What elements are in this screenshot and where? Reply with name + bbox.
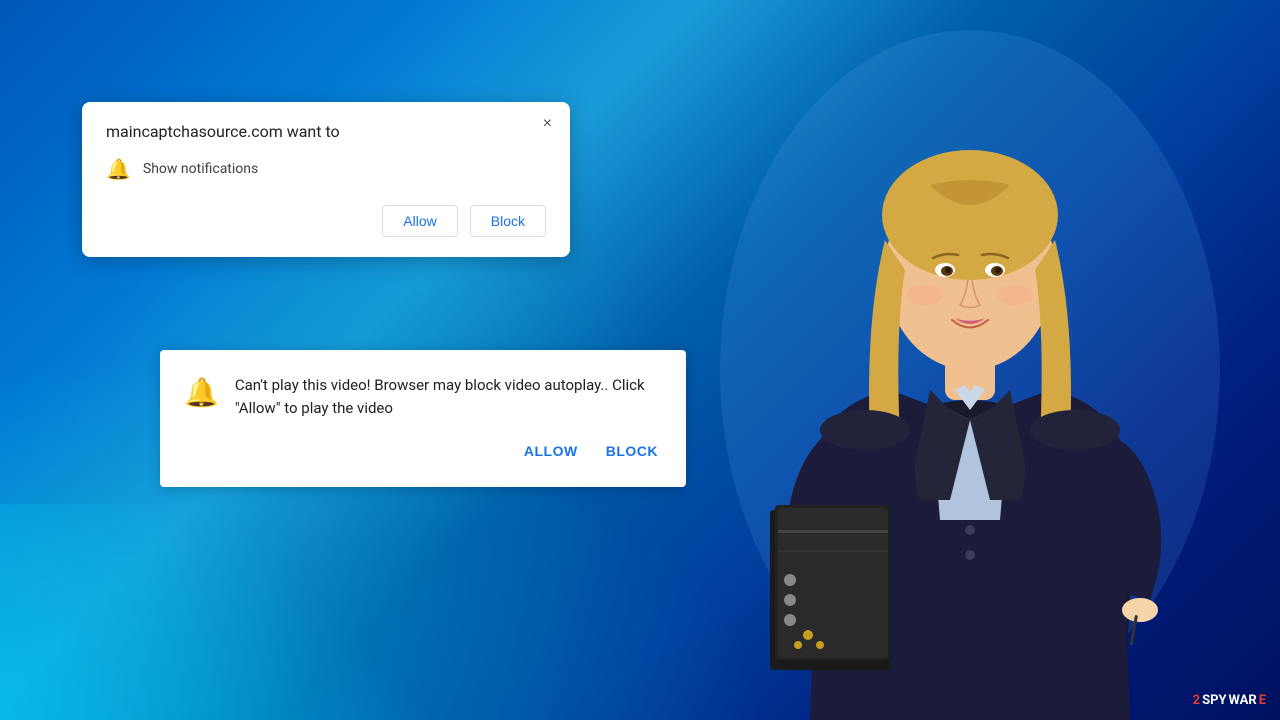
- watermark-end: E: [1259, 693, 1266, 708]
- notif-allow-button[interactable]: ALLOW: [524, 443, 578, 459]
- notif-block-button[interactable]: BLOCK: [606, 443, 658, 459]
- allow-button[interactable]: Allow: [382, 205, 457, 237]
- watermark-number: 2: [1193, 693, 1200, 708]
- block-button[interactable]: Block: [470, 205, 546, 237]
- notification-dialog: 🔔 Can't play this video! Browser may blo…: [160, 350, 686, 487]
- notification-button-row: ALLOW BLOCK: [184, 443, 658, 459]
- notification-label: Show notifications: [143, 161, 258, 177]
- bell-icon: 🔔: [106, 157, 131, 181]
- close-button[interactable]: ×: [539, 114, 556, 134]
- permission-dialog: × maincaptchasource.com want to 🔔 Show n…: [82, 102, 570, 257]
- watermark-war: WAR: [1229, 693, 1257, 708]
- button-row: Allow Block: [106, 205, 546, 237]
- dialog-title: maincaptchasource.com want to: [106, 122, 546, 141]
- notification-row: 🔔 Show notifications: [106, 157, 546, 181]
- notification-body: 🔔 Can't play this video! Browser may blo…: [184, 374, 658, 419]
- watermark: 2 SPY WAR E: [1193, 693, 1266, 708]
- notification-bell-icon: 🔔: [184, 376, 219, 409]
- person-image: [690, 20, 1250, 720]
- watermark-spy: SPY: [1202, 693, 1226, 708]
- notification-message: Can't play this video! Browser may block…: [235, 374, 658, 419]
